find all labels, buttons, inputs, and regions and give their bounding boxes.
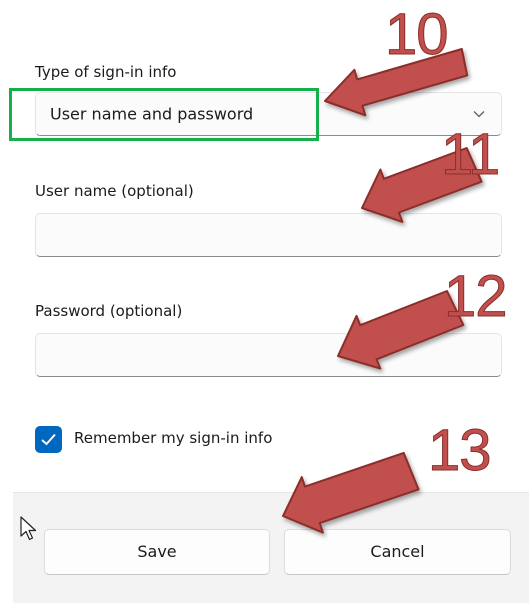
sign-in-info-dialog: Type of sign-in info User name and passw…: [0, 0, 529, 603]
step-number-10: 10: [385, 2, 450, 67]
step-number-13: 13: [428, 418, 493, 483]
step-number-12: 12: [444, 264, 509, 329]
step-number-11: 11: [440, 122, 500, 187]
arrow-step-13: [282, 451, 420, 534]
